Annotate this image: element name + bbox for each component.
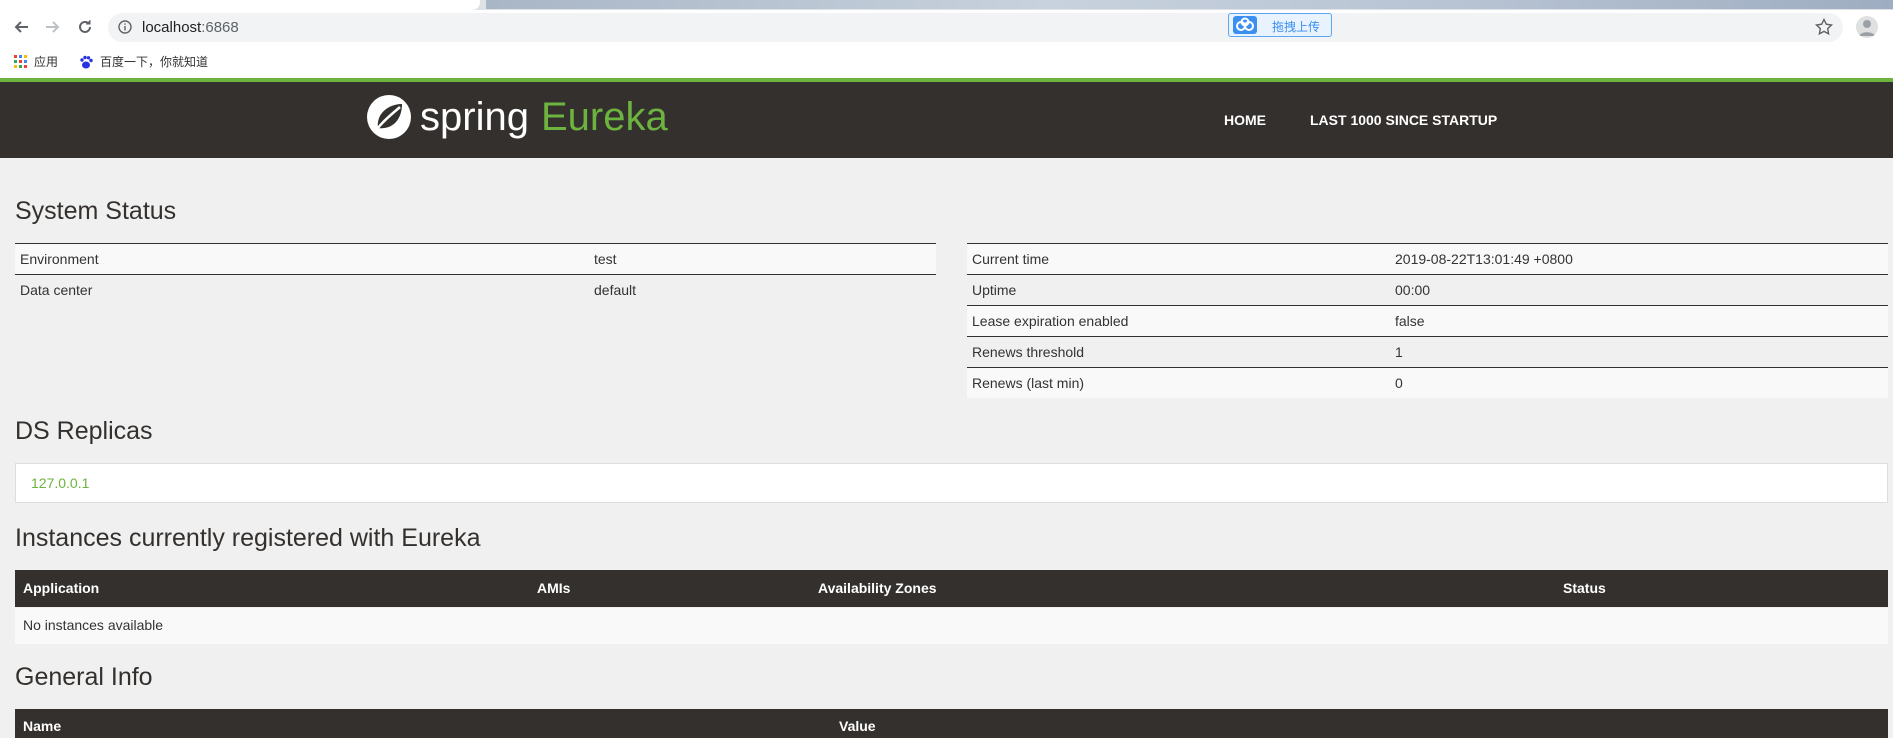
system-status-left-table: Environment test Data center default <box>15 243 936 305</box>
table-row: Renews (last min) 0 <box>967 367 1888 398</box>
table-row: No instances available <box>15 608 1888 644</box>
address-bar[interactable]: localhost:6868 <box>108 13 1843 42</box>
status-value: 00:00 <box>1390 274 1888 306</box>
empty-instances-text: No instances available <box>23 617 164 633</box>
info-icon[interactable] <box>118 20 132 34</box>
reload-icon[interactable] <box>72 14 98 40</box>
status-value: 1 <box>1390 336 1888 368</box>
status-key: Uptime <box>967 274 1390 306</box>
status-key: Current time <box>967 243 1390 275</box>
bookmark-baidu[interactable]: 百度一下，你就知道 <box>78 53 208 70</box>
brand-eureka: Eureka <box>540 94 668 139</box>
status-key: Lease expiration enabled <box>967 305 1390 337</box>
nav-last-1000[interactable]: LAST 1000 SINCE STARTUP <box>1310 112 1497 128</box>
column-header-availability-zones: Availability Zones <box>818 580 937 596</box>
eureka-navbar: spring Eureka HOME LAST 1000 SINCE START… <box>0 82 1893 158</box>
baidu-paw-icon <box>80 55 93 68</box>
section-title-system-status: System Status <box>15 197 177 225</box>
spring-leaf-icon <box>367 95 411 139</box>
status-value: test <box>589 243 936 275</box>
section-title-instances: Instances currently registered with Eure… <box>15 524 481 552</box>
status-value: 0 <box>1390 367 1888 398</box>
replica-link[interactable]: 127.0.0.1 <box>31 475 89 491</box>
section-title-ds-replicas: DS Replicas <box>15 417 153 445</box>
upload-badge-label: 拖拽上传 <box>1272 20 1321 34</box>
active-tab[interactable] <box>0 0 480 10</box>
column-header-application: Application <box>23 580 100 596</box>
status-key: Renews threshold <box>967 336 1390 368</box>
status-value: false <box>1390 305 1888 337</box>
status-value: default <box>589 274 936 305</box>
instances-table-header: Application AMIs Availability Zones Stat… <box>15 570 1888 607</box>
column-header-value: Value <box>839 718 876 734</box>
table-row: Uptime 00:00 <box>967 274 1888 306</box>
apps-grid-icon <box>14 54 27 68</box>
spring-eureka-logo[interactable]: spring Eureka <box>366 92 668 142</box>
bookmark-label: 百度一下，你就知道 <box>100 55 209 69</box>
bookmarks-bar: 应用 百度一下，你就知道 <box>0 44 1893 78</box>
table-row: Current time 2019-08-22T13:01:49 +0800 <box>967 243 1888 275</box>
status-key: Renews (last min) <box>967 367 1390 398</box>
system-status-right-table: Current time 2019-08-22T13:01:49 +0800 U… <box>967 243 1888 398</box>
column-header-status: Status <box>1563 580 1606 596</box>
column-header-amis: AMIs <box>537 580 571 596</box>
upload-badge[interactable]: 拖拽上传 <box>1228 13 1332 37</box>
nav-home[interactable]: HOME <box>1224 112 1266 128</box>
bookmark-star-icon[interactable] <box>1815 18 1833 36</box>
url-host: localhost <box>142 19 202 36</box>
profile-avatar-icon[interactable] <box>1856 16 1878 38</box>
bookmark-label: 应用 <box>34 55 59 69</box>
table-row: Lease expiration enabled false <box>967 305 1888 337</box>
general-info-table-header: Name Value <box>15 709 1888 738</box>
table-row: Renews threshold 1 <box>967 336 1888 368</box>
status-key: Environment <box>15 243 589 275</box>
status-key: Data center <box>15 274 589 305</box>
section-title-general-info: General Info <box>15 663 153 691</box>
replicas-list: 127.0.0.1 <box>15 463 1888 503</box>
table-row: Data center default <box>15 274 936 305</box>
column-header-name: Name <box>23 718 62 734</box>
tab-strip <box>0 0 1893 10</box>
cloud-upload-icon <box>1233 16 1257 34</box>
brand-spring: spring <box>420 94 529 139</box>
bookmark-apps[interactable]: 应用 <box>14 53 58 70</box>
table-row: Environment test <box>15 243 936 275</box>
forward-icon[interactable] <box>40 14 66 40</box>
url-text: localhost:6868 <box>142 19 239 36</box>
tab-strip-background <box>486 0 1893 9</box>
status-value: 2019-08-22T13:01:49 +0800 <box>1390 243 1888 275</box>
back-icon[interactable] <box>8 14 34 40</box>
browser-toolbar: localhost:6868 拖拽上传 <box>0 10 1893 44</box>
url-port: :6868 <box>201 19 239 36</box>
